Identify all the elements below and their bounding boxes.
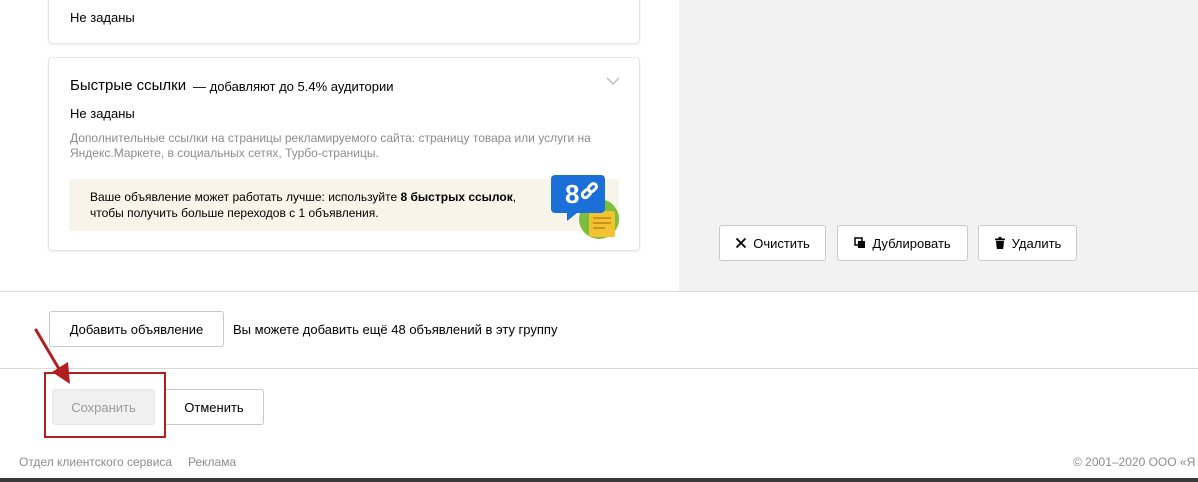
quick-links-value: Не заданы: [70, 106, 135, 121]
footer-link-ads[interactable]: Реклама: [188, 455, 236, 469]
quick-links-badge-icon: 8: [551, 175, 619, 239]
bottom-bar: [0, 478, 1198, 482]
quick-links-hint: Дополнительные ссылки на страницы реклам…: [70, 131, 591, 160]
divider: [0, 291, 1198, 292]
duplicate-button-label: Дублировать: [872, 235, 951, 251]
delete-button[interactable]: Удалить: [978, 225, 1077, 261]
tip-text-bold: 8 быстрых ссылок: [400, 190, 513, 204]
copyright: © 2001–2020 ООО «Я: [1073, 455, 1196, 469]
close-icon: [736, 237, 747, 249]
annotation-arrow-icon: [34, 328, 70, 384]
clear-button[interactable]: Очистить: [719, 225, 826, 261]
quick-links-title: Быстрые ссылки: [70, 77, 187, 94]
quick-links-card[interactable]: Быстрые ссылки — добавляют до 5.4% аудит…: [48, 57, 640, 251]
duplicate-button[interactable]: Дублировать: [837, 225, 968, 261]
cancel-button-label: Отменить: [184, 399, 244, 415]
footer-link-support[interactable]: Отдел клиентского сервиса: [19, 455, 172, 469]
duplicate-icon: [854, 237, 866, 248]
chevron-down-icon[interactable]: [606, 76, 620, 86]
clear-button-label: Очистить: [753, 235, 810, 251]
add-ad-button-label: Добавить объявление: [69, 321, 204, 337]
tip-text: Ваше объявление может работать лучше: ис…: [90, 189, 520, 221]
add-ad-note: Вы можете добавить ещё 48 объявлений в э…: [233, 322, 558, 337]
divider: [0, 368, 1198, 369]
cancel-button[interactable]: Отменить: [164, 389, 264, 425]
recommendation-tip: Ваше объявление может работать лучше: ис…: [69, 175, 619, 239]
tip-text-before: Ваше объявление может работать лучше: ис…: [90, 190, 401, 204]
settings-card-top: Не заданы: [48, 0, 640, 44]
badge-number: 8: [565, 179, 579, 209]
trash-icon: [994, 237, 1005, 249]
delete-button-label: Удалить: [1011, 235, 1062, 251]
quick-links-title-note: — добавляют до 5.4% аудитории: [193, 79, 394, 94]
top-card-value: Не заданы: [70, 10, 135, 25]
